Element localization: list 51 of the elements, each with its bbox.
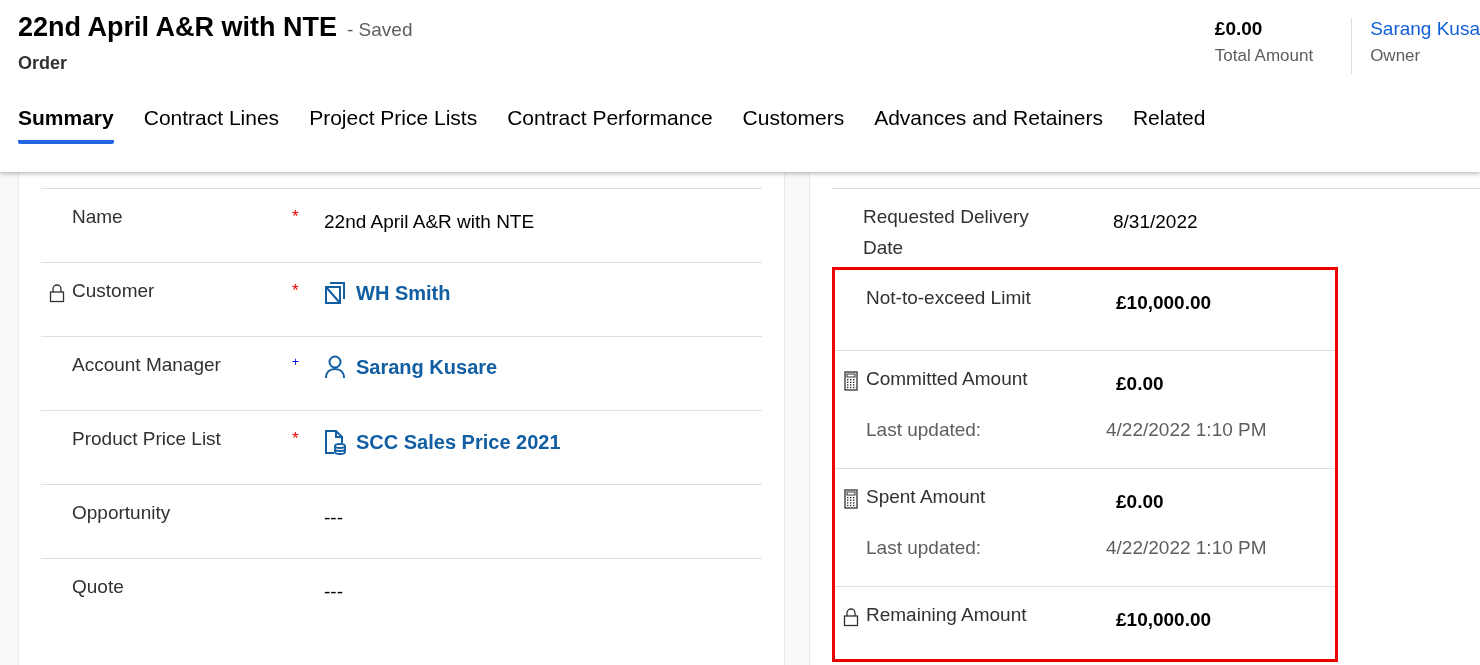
person-icon — [324, 355, 346, 379]
last-updated-value: 4/22/2022 1:10 PM — [1106, 419, 1267, 441]
last-updated-label: Last updated: — [866, 419, 983, 441]
summary-value: £0.00 — [1214, 18, 1264, 40]
tab[interactable]: Project Price Lists — [309, 106, 478, 144]
required-marker: * — [292, 207, 299, 226]
recommended-marker: + — [292, 355, 299, 369]
save-status: - Saved — [347, 19, 413, 41]
building-icon — [324, 281, 346, 305]
field-label: Not-to-exceed Limit — [866, 286, 1032, 310]
tab[interactable]: Contract Performance — [507, 106, 713, 144]
tab[interactable]: Customers — [742, 106, 845, 144]
field-label: Spent Amount — [866, 485, 987, 509]
lookup-link[interactable]: Sarang Kusare — [324, 355, 498, 379]
field-value: £0.00 — [1116, 490, 1164, 513]
field-label: Opportunity — [72, 501, 172, 525]
calculator-icon — [843, 371, 858, 391]
record-title: 22nd April A&R with NTE — [18, 12, 337, 43]
owner-link[interactable]: Sarang Kusa — [1370, 18, 1480, 40]
field-label: Remaining Amount — [866, 603, 1028, 627]
lock-icon — [842, 607, 859, 627]
tab[interactable]: Related — [1132, 106, 1206, 144]
field-value: 22nd April A&R with NTE — [324, 210, 535, 233]
last-updated-value: 4/22/2022 1:10 PM — [1106, 537, 1267, 559]
lookup-link[interactable]: SCC Sales Price 2021 — [324, 429, 561, 455]
summary-label: Total Amount — [1214, 46, 1314, 66]
field-label: Customer — [72, 279, 156, 303]
document-coins-icon — [324, 429, 346, 455]
summary-label: Owner — [1370, 46, 1422, 66]
tab[interactable]: Advances and Retainers — [874, 106, 1103, 144]
field-value: --- — [324, 506, 343, 529]
lock-icon — [48, 283, 65, 303]
field-value: 8/31/2022 — [1113, 210, 1198, 234]
field-value: --- — [324, 580, 343, 603]
tab[interactable]: Summary — [18, 106, 114, 144]
required-marker: * — [292, 281, 299, 300]
required-marker: * — [292, 429, 299, 448]
lookup-link[interactable]: WH Smith — [324, 281, 451, 305]
entity-name: Order — [18, 53, 69, 74]
field-label: Requested Delivery Date — [863, 205, 1030, 260]
last-updated-label: Last updated: — [866, 537, 983, 559]
field-label: Quote — [72, 575, 125, 599]
calculator-icon — [843, 489, 858, 509]
field-value: £10,000.00 — [1116, 608, 1212, 631]
field-label: Committed Amount — [866, 367, 1029, 391]
field-label: Account Manager — [72, 353, 222, 377]
tab[interactable]: Contract Lines — [143, 106, 280, 144]
field-value: £10,000.00 — [1116, 291, 1212, 314]
field-value: £0.00 — [1116, 372, 1164, 395]
field-label: Name — [72, 205, 124, 229]
field-label: Product Price List — [72, 427, 222, 451]
